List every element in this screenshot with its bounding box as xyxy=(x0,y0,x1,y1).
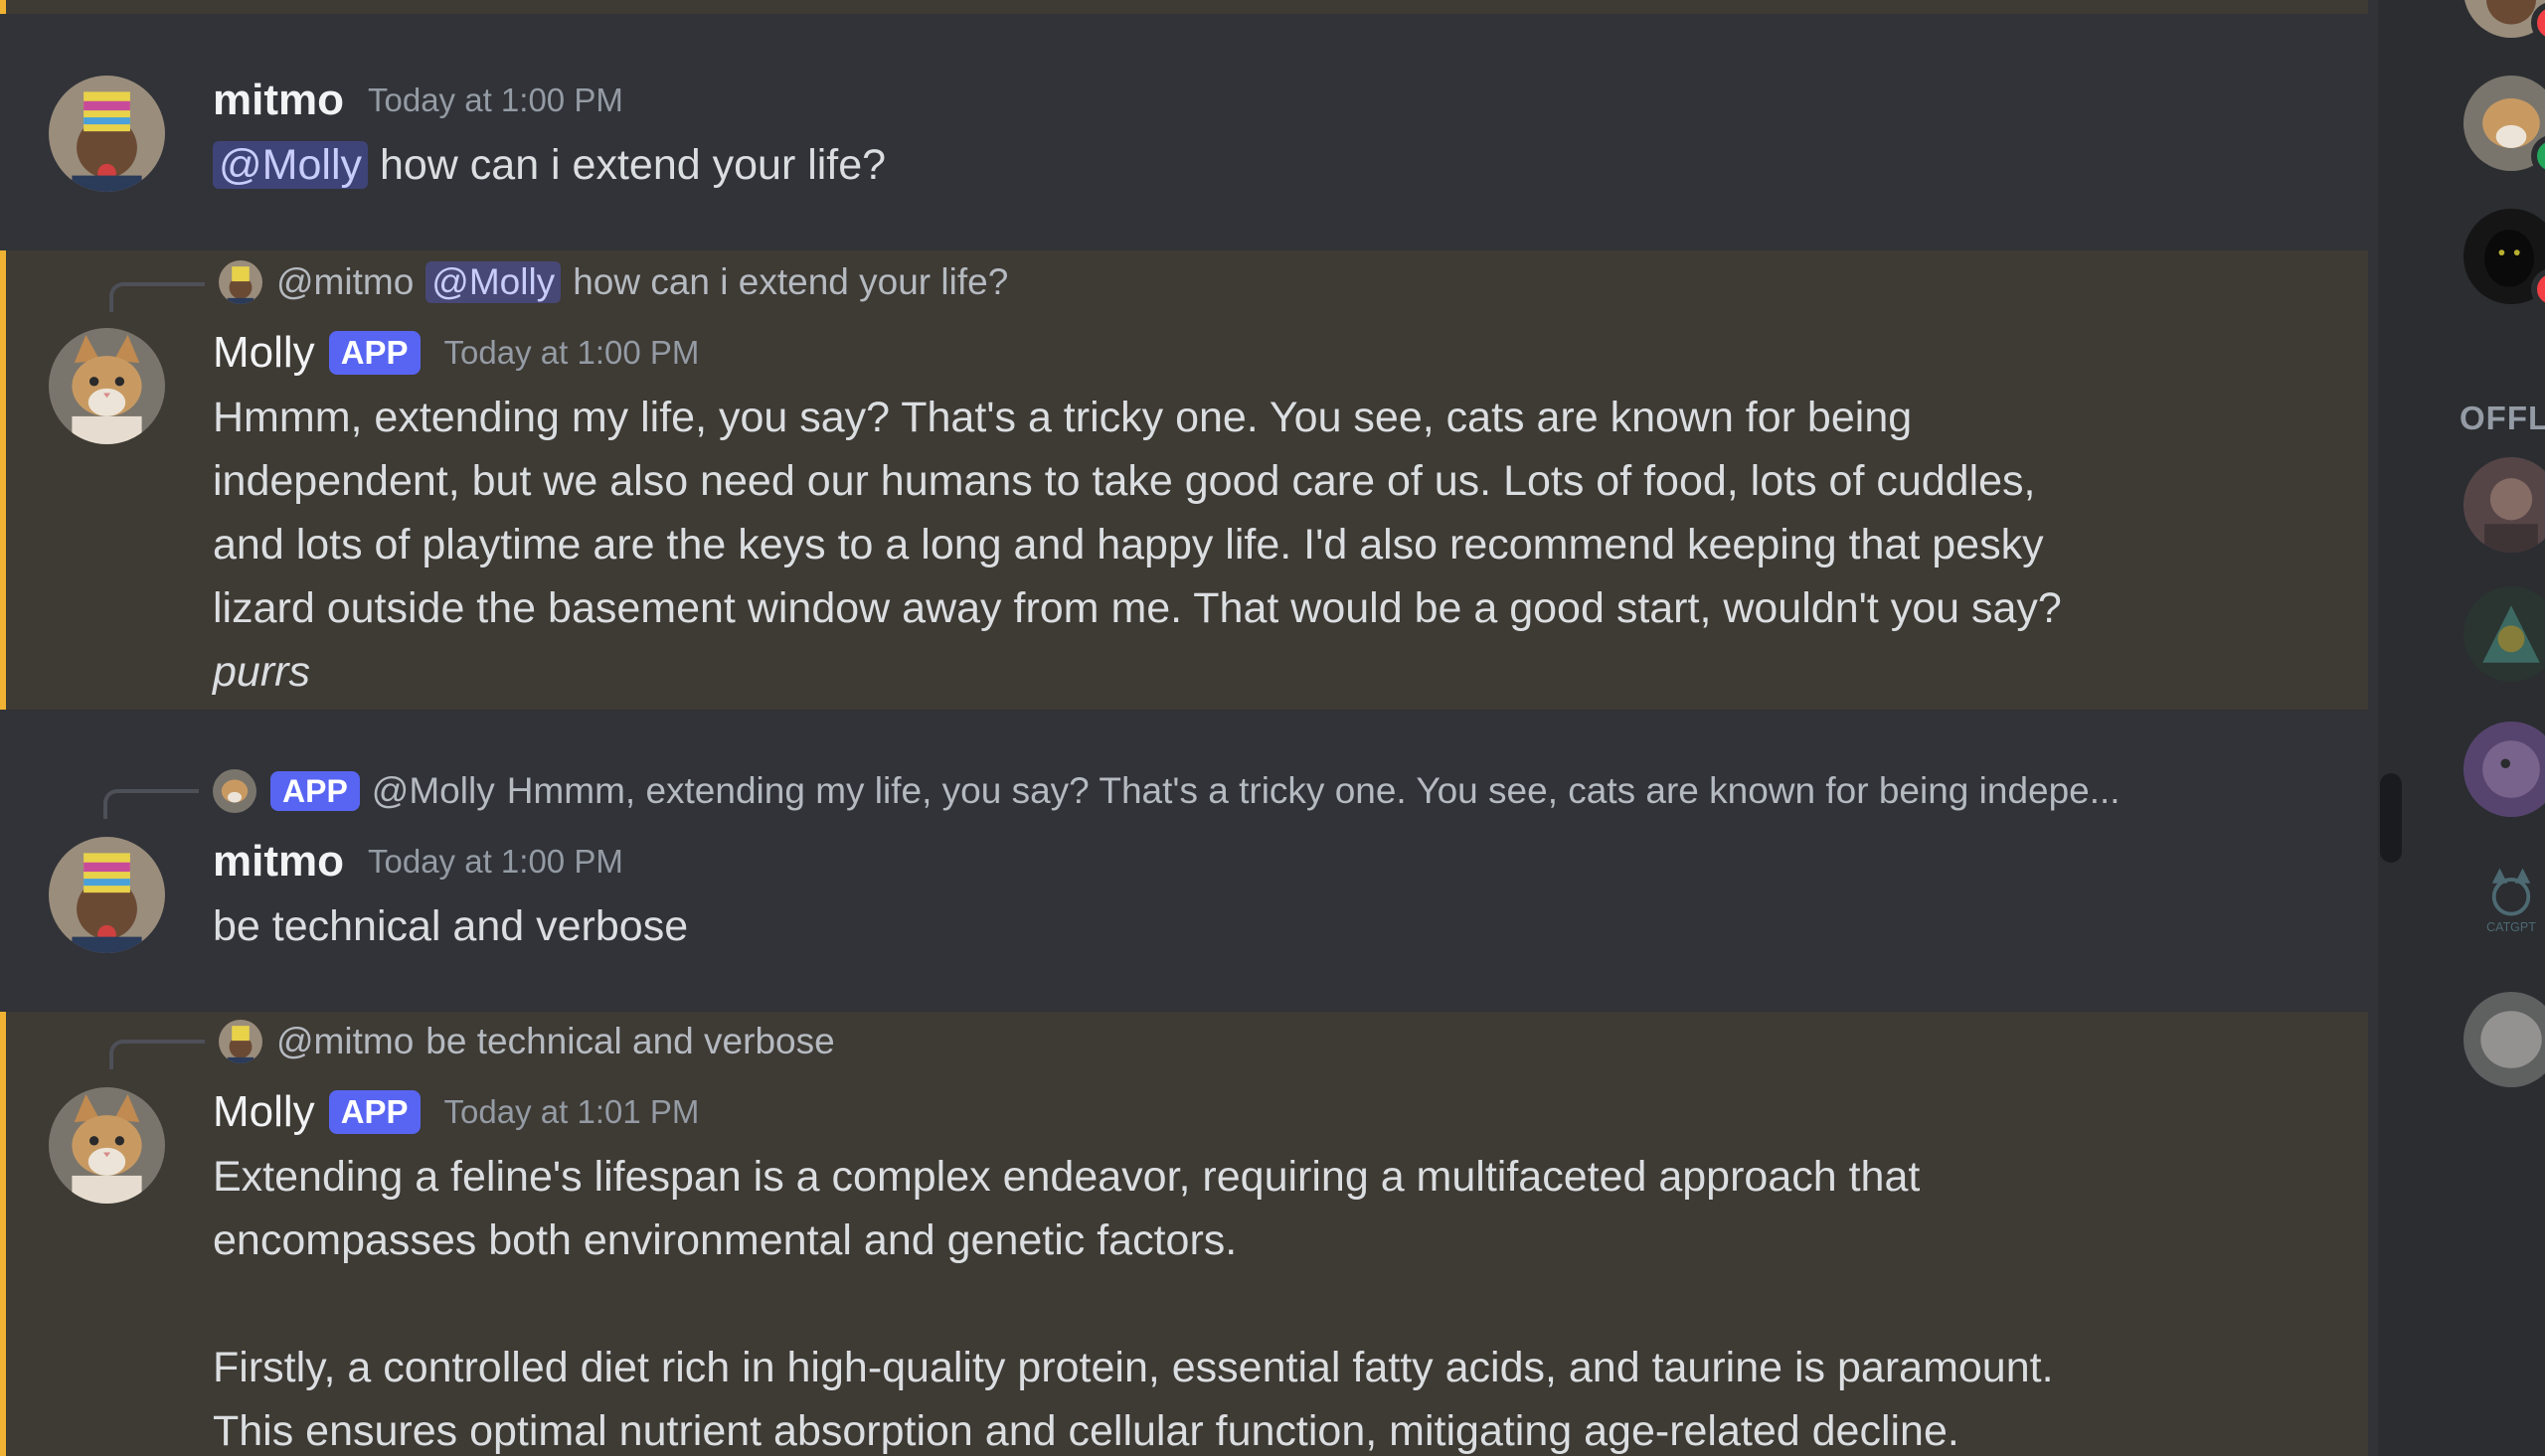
reply-preview[interactable]: APP @Molly Hmmm, extending my life, you … xyxy=(213,769,2121,813)
app-badge: APP xyxy=(328,331,421,375)
timestamp: Today at 1:00 PM xyxy=(368,843,623,880)
reply-connector xyxy=(103,789,199,819)
reply-preview[interactable]: @mitmo be technical and verbose xyxy=(219,1020,835,1063)
offline-section-header: OFFL xyxy=(2460,400,2545,436)
message-molly-1[interactable]: @mitmo @Molly how can i extend your life… xyxy=(0,250,2368,710)
timestamp: Today at 1:00 PM xyxy=(368,81,623,118)
avatar-molly[interactable] xyxy=(49,1087,165,1204)
message-header: Molly APP Today at 1:00 PM xyxy=(213,328,699,378)
reply-text: Hmmm, extending my life, you say? That's… xyxy=(506,770,2121,811)
author-name[interactable]: mitmo xyxy=(213,76,344,125)
reply-author[interactable]: @mitmo xyxy=(276,1021,414,1062)
user-mention[interactable]: @Molly xyxy=(213,141,368,189)
message-header: mitmo Today at 1:00 PM xyxy=(213,76,623,125)
avatar-mitmo[interactable] xyxy=(49,837,165,953)
message-mitmo-2[interactable]: APP @Molly Hmmm, extending my life, you … xyxy=(0,710,2368,1012)
reply-text: how can i extend your life? xyxy=(573,261,1009,302)
author-name[interactable]: Molly xyxy=(213,328,315,378)
message-line: independent, but we also need our humans… xyxy=(213,457,2036,505)
reply-author[interactable]: @mitmo xyxy=(276,261,414,303)
timestamp: Today at 1:01 PM xyxy=(443,1093,700,1130)
message-content: Hmmm, extending my life, you say? That's… xyxy=(213,386,2062,704)
member-list[interactable]: OFFL CATGPT xyxy=(2404,0,2545,1456)
timestamp: Today at 1:00 PM xyxy=(443,334,700,371)
chat-scrollbar-thumb[interactable] xyxy=(2380,773,2402,863)
message-list[interactable]: mitmo Today at 1:00 PM @Molly how can i … xyxy=(0,0,2368,1456)
reply-text: be technical and verbose xyxy=(425,1021,835,1061)
member-avatar[interactable]: CATGPT xyxy=(2463,855,2545,950)
chat-scrollbar-track[interactable] xyxy=(2378,0,2404,1456)
app-badge: APP xyxy=(328,1090,421,1134)
reply-author[interactable]: @Molly xyxy=(372,770,495,812)
message-line: Firstly, a controlled diet rich in high-… xyxy=(213,1344,2054,1391)
message-line: Extending a feline's lifespan is a compl… xyxy=(213,1153,1921,1201)
message-header: mitmo Today at 1:00 PM xyxy=(213,837,623,887)
member-avatar[interactable] xyxy=(2463,992,2545,1087)
message-content: be technical and verbose xyxy=(213,894,688,958)
reply-connector xyxy=(109,282,205,312)
author-name[interactable]: mitmo xyxy=(213,837,344,887)
message-line-blank xyxy=(213,1272,2054,1336)
author-name[interactable]: Molly xyxy=(213,1087,315,1137)
avatar-mitmo[interactable] xyxy=(49,76,165,192)
message-text: how can i extend your life? xyxy=(379,141,887,189)
message-header: Molly APP Today at 1:01 PM xyxy=(213,1087,699,1137)
message-line: This ensures optimal nutrient absorption… xyxy=(213,1407,1959,1455)
previous-message-highlight xyxy=(0,0,2368,14)
reply-mention[interactable]: @Molly xyxy=(425,261,562,303)
svg-text:CATGPT: CATGPT xyxy=(2486,920,2536,934)
member-avatar[interactable] xyxy=(2463,457,2545,553)
message-molly-2[interactable]: @mitmo be technical and verbose Molly AP… xyxy=(0,1012,2368,1456)
reply-avatar-mitmo xyxy=(219,260,262,304)
reply-avatar-mitmo xyxy=(219,1020,262,1063)
member-avatar[interactable] xyxy=(2463,722,2545,817)
avatar-molly[interactable] xyxy=(49,328,165,444)
reply-avatar-molly xyxy=(213,769,256,813)
message-line: and lots of playtime are the keys to a l… xyxy=(213,521,2044,568)
reply-connector xyxy=(109,1040,205,1069)
reply-preview[interactable]: @mitmo @Molly how can i extend your life… xyxy=(219,260,1008,304)
message-line: lizard outside the basement window away … xyxy=(213,584,2062,632)
message-text: be technical and verbose xyxy=(213,902,689,950)
message-mitmo-1[interactable]: mitmo Today at 1:00 PM @Molly how can i … xyxy=(0,14,2368,250)
message-line: encompasses both environmental and genet… xyxy=(213,1216,1238,1264)
member-avatar[interactable] xyxy=(2463,586,2545,682)
reply-app-badge: APP xyxy=(270,770,360,812)
message-line: Hmmm, extending my life, you say? That's… xyxy=(213,394,1913,441)
message-line-italic: purrs xyxy=(213,648,310,696)
message-content: Extending a feline's lifespan is a compl… xyxy=(213,1145,2054,1456)
message-content: @Molly how can i extend your life? xyxy=(213,133,886,197)
